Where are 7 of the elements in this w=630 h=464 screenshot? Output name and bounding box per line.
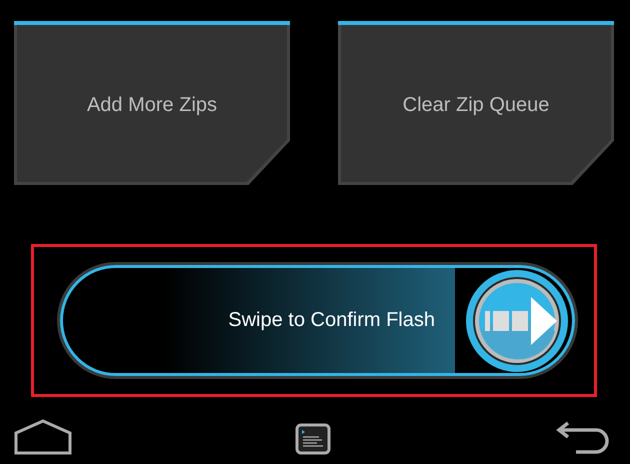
action-button[interactable]: Add More Zips bbox=[14, 21, 290, 185]
action-button[interactable]: Clear Zip Queue bbox=[338, 21, 614, 185]
swipe-slider[interactable]: Swipe to Confirm Flash bbox=[60, 265, 575, 376]
slider-thumb[interactable] bbox=[465, 268, 569, 372]
home-icon[interactable] bbox=[14, 419, 72, 455]
console-icon[interactable] bbox=[295, 423, 331, 455]
slider-label: Swipe to Confirm Flash bbox=[228, 309, 435, 332]
